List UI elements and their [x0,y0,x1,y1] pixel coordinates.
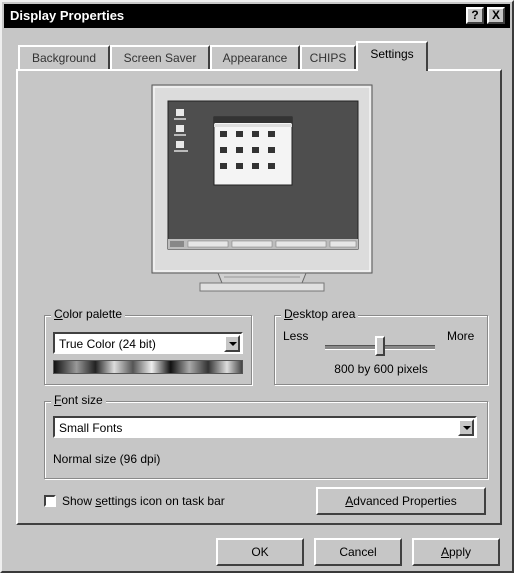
font-size-group: Font size Small Fonts Normal size (96 dp… [44,393,488,479]
font-size-legend: Font size [51,393,106,407]
slider-thumb[interactable] [375,336,385,356]
monitor-preview [151,84,373,292]
color-palette-legend: Color palette [51,307,126,321]
title-bar[interactable]: Display Properties ? X [4,4,510,28]
desktop-area-legend: Desktop area [281,307,359,321]
font-size-description: Normal size (96 dpi) [53,452,161,466]
window-title: Display Properties [10,8,125,23]
help-button[interactable]: ? [466,7,484,24]
tab-appearance[interactable]: Appearance [210,45,300,69]
apply-button[interactable]: Apply [412,538,500,566]
chevron-down-icon[interactable] [458,419,474,436]
ok-button[interactable]: OK [216,538,304,566]
resolution-slider[interactable] [325,336,435,358]
settings-panel: Color palette True Color (24 bit) Deskto… [16,69,502,525]
taskbar-checkbox[interactable] [44,495,56,507]
color-palette-group: Color palette True Color (24 bit) [44,307,252,385]
chevron-down-icon[interactable] [224,335,240,352]
color-palette-value: True Color (24 bit) [59,337,156,351]
less-label: Less [283,329,309,343]
tab-background[interactable]: Background [18,45,110,69]
advanced-properties-button[interactable]: Advanced Properties [316,487,486,515]
desktop-area-group: Desktop area Less More 800 by 600 pixels [274,307,488,385]
display-properties-window: Display Properties ? X Background Screen… [0,0,514,573]
cancel-button[interactable]: Cancel [314,538,402,566]
tab-screen-saver[interactable]: Screen Saver [110,45,210,69]
tab-settings[interactable]: Settings [356,41,428,71]
font-size-value: Small Fonts [59,421,123,435]
close-button[interactable]: X [487,7,505,24]
taskbar-checkbox-label: Show settings icon on task bar [62,494,225,508]
resolution-text: 800 by 600 pixels [334,362,428,376]
tab-chips[interactable]: CHIPS [300,45,356,69]
color-palette-gradient [53,360,243,374]
color-palette-dropdown[interactable]: True Color (24 bit) [53,332,243,354]
font-size-dropdown[interactable]: Small Fonts [53,416,477,438]
more-label: More [447,329,475,343]
